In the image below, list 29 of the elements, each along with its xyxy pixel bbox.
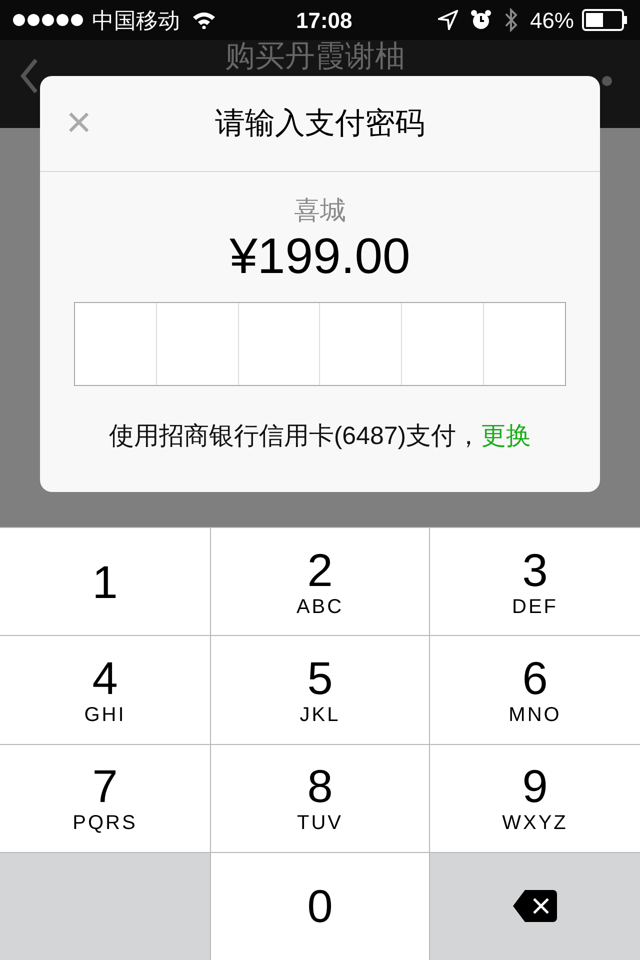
keypad-key[interactable]: 0: [210, 852, 430, 960]
payment-method-text: 使用招商银行信用卡(6487)支付，: [108, 421, 482, 452]
keypad-key[interactable]: 4 GHI: [0, 636, 210, 744]
merchant-name: 喜城: [294, 194, 346, 226]
location-arrow-icon: [438, 10, 458, 30]
dialog-title: 请输入支付密码: [215, 106, 425, 142]
keypad-key[interactable]: 5 JKL: [210, 636, 430, 744]
backspace-icon: [513, 890, 557, 922]
back-chevron-icon: [20, 58, 38, 94]
battery-icon: [582, 9, 628, 31]
nav-title: 购买丹霞谢柚: [225, 40, 405, 74]
keypad-key[interactable]: 6 MNO: [430, 636, 640, 744]
keypad-key[interactable]: 1: [0, 528, 210, 636]
battery-percent: 46%: [530, 6, 574, 34]
keypad-key[interactable]: 3 DEF: [430, 528, 640, 636]
more-dot-icon: [602, 76, 612, 86]
payment-amount: ¥199.00: [230, 228, 410, 284]
signal-icon: [12, 13, 84, 27]
keypad-key[interactable]: 7 PQRS: [0, 744, 210, 852]
alarm-clock-icon: [470, 9, 492, 31]
bluetooth-icon: [504, 8, 518, 32]
wifi-icon: [192, 11, 216, 29]
password-field[interactable]: [74, 302, 566, 386]
carrier-name: 中国移动: [92, 6, 180, 34]
keypad-key[interactable]: 9 WXYZ: [430, 744, 640, 852]
keypad-key[interactable]: 2 ABC: [210, 528, 430, 636]
status-time: 17:08: [296, 6, 352, 34]
delete-key[interactable]: [430, 852, 640, 960]
keypad-key[interactable]: 8 TUV: [210, 744, 430, 852]
